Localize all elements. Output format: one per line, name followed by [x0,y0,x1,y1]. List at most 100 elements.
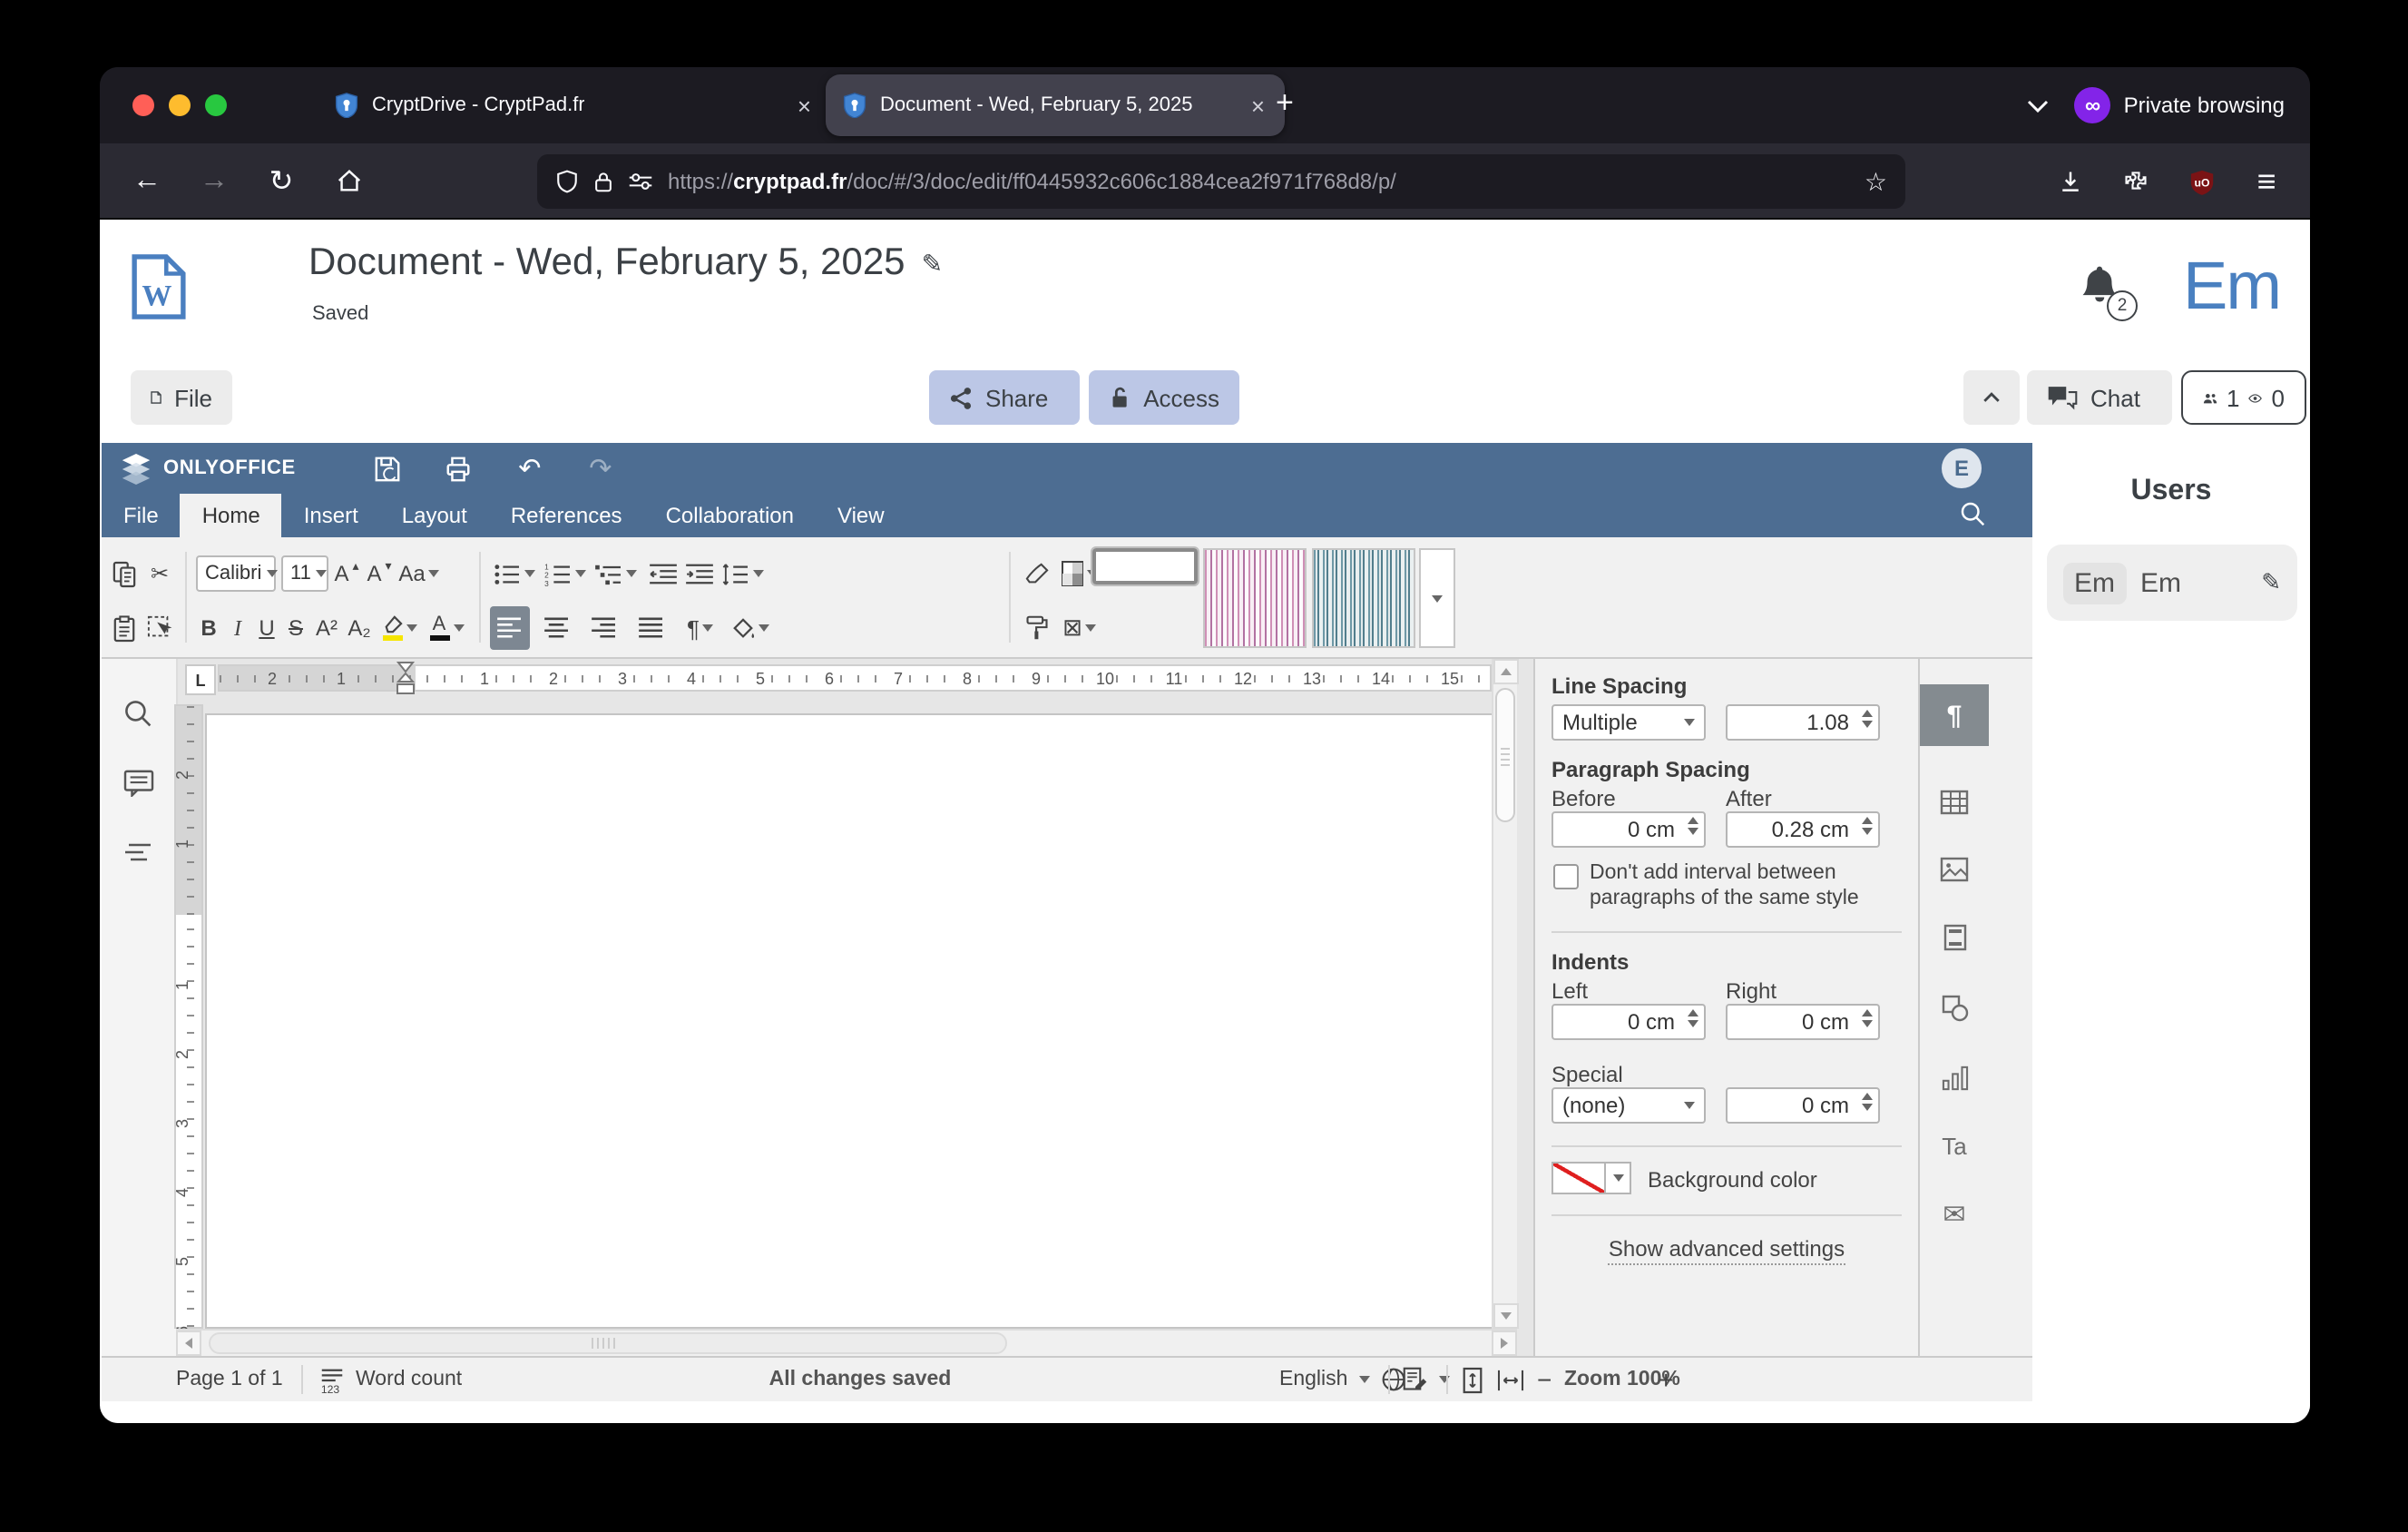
navigation-button[interactable] [120,835,156,871]
bullet-list-button[interactable] [490,552,537,595]
comments-button[interactable] [120,764,156,800]
close-tab-icon[interactable]: × [794,93,815,117]
language-selector[interactable]: English [1279,1358,1405,1401]
copy-style-button[interactable] [1020,606,1052,650]
menu-insert[interactable]: Insert [282,494,380,537]
paragraph-shading-button[interactable] [726,606,773,650]
align-left-button[interactable] [490,606,530,650]
tab-shape-settings[interactable] [1920,977,1989,1038]
edit-name-pencil-icon[interactable]: ✎ [2261,568,2281,597]
style-swatch-no-spacing[interactable] [1203,548,1307,648]
no-interval-checkbox[interactable] [1553,864,1579,889]
tab-stop-selector[interactable]: L [185,664,216,695]
zoom-in-button[interactable]: + [1659,1358,1673,1401]
tracking-shield-icon[interactable] [555,169,579,194]
tab-mail-merge[interactable]: ✉ [1920,1183,1989,1245]
underline-button[interactable]: U [254,606,279,650]
ublock-button[interactable]: uO [2176,156,2227,207]
font-name-select[interactable]: Calibri [196,555,276,592]
browser-tab-document[interactable]: Document - Wed, February 5, 2025 × [826,74,1285,136]
background-color-swatch[interactable] [1551,1162,1606,1194]
print-button[interactable] [436,450,483,486]
document-page[interactable] [205,713,1501,1329]
numbered-list-button[interactable]: 123 [541,552,588,595]
decrease-font-button[interactable]: A▾ [365,552,394,595]
background-color-dropdown[interactable] [1606,1162,1631,1194]
collaborator-avatar[interactable]: E [1942,448,1982,488]
track-changes-button[interactable] [1403,1358,1450,1401]
justify-button[interactable] [631,606,671,650]
advanced-settings-link[interactable]: Show advanced settings [1535,1236,1918,1262]
notifications-button[interactable]: 2 [2078,263,2125,314]
line-spacing-spinner[interactable]: 1.08 [1726,704,1880,741]
highlight-color-button[interactable] [377,606,421,650]
close-tab-icon[interactable]: × [1248,93,1268,117]
permissions-icon[interactable] [628,171,653,192]
editor-search-button[interactable] [1960,501,1985,526]
reload-button[interactable]: ↻ [256,155,307,206]
undo-button[interactable]: ↶ [506,450,553,486]
line-spacing-select[interactable]: Multiple [1551,704,1706,741]
change-case-button[interactable]: Aa [397,552,441,595]
strikethrough-button[interactable]: S [283,606,308,650]
home-button[interactable] [323,155,374,206]
tab-image-settings[interactable] [1920,839,1989,900]
scrollbar-thumb[interactable] [209,1332,1007,1354]
subscript-button[interactable]: A₂ [345,606,374,650]
select-all-button[interactable] [142,606,178,650]
superscript-button[interactable]: A² [312,606,341,650]
document-title[interactable]: Document - Wed, February 5, 2025 [308,241,905,285]
tab-textart-settings[interactable]: Ta [1920,1115,1989,1176]
scroll-down-button[interactable] [1493,1303,1519,1329]
user-list-item[interactable]: Em Em ✎ [2047,545,2297,621]
cut-button[interactable]: ✂ [142,552,178,595]
rename-pencil-icon[interactable]: ✎ [922,248,943,279]
increase-font-button[interactable]: A▴ [332,552,361,595]
downloads-button[interactable] [2045,156,2096,207]
access-button[interactable]: Access [1089,370,1239,425]
font-size-select[interactable]: 11 [281,555,328,592]
align-right-button[interactable] [584,606,624,650]
share-button[interactable]: Share [929,370,1080,425]
fit-page-button[interactable] [1461,1358,1484,1401]
scroll-up-button[interactable] [1493,659,1519,684]
browser-tab-cryptdrive[interactable]: CryptDrive - CryptPad.fr × [318,74,831,136]
find-button[interactable] [120,695,156,732]
app-menu-button[interactable]: ≡ [2241,156,2292,207]
account-menu-button[interactable]: Em [2183,249,2280,325]
minimize-window-button[interactable] [169,94,191,116]
chat-button[interactable]: Chat [2027,370,2172,425]
special-amount-spinner[interactable]: 0 cm [1726,1087,1880,1124]
scrollbar-thumb[interactable] [1495,688,1515,822]
fit-width-button[interactable] [1497,1358,1524,1401]
menu-collaboration[interactable]: Collaboration [644,494,816,537]
clear-style-button[interactable] [1020,552,1052,595]
style-swatch-heading[interactable] [1312,548,1415,648]
redo-button[interactable]: ↷ [577,450,624,486]
style-swatch-normal[interactable] [1092,548,1198,584]
bookmark-star-icon[interactable]: ☆ [1865,166,1887,197]
menu-home[interactable]: Home [181,494,282,537]
tab-list-chevron-icon[interactable] [2028,99,2050,112]
connection-lock-icon[interactable] [593,169,613,194]
line-spacing-button[interactable] [719,552,766,595]
collapse-toolbar-button[interactable] [1963,370,2020,425]
increase-indent-button[interactable] [682,552,715,595]
nonprinting-chars-button[interactable]: ¶ [679,606,722,650]
vertical-scrollbar[interactable] [1492,659,1517,1329]
tab-chart-settings[interactable] [1920,1047,1989,1109]
back-button[interactable]: ← [122,155,172,206]
zoom-out-button[interactable]: − [1537,1358,1551,1401]
menu-layout[interactable]: Layout [380,494,489,537]
file-menu-button[interactable]: File [131,370,232,425]
scroll-left-button[interactable] [176,1331,201,1356]
new-tab-button[interactable]: + [1276,85,1294,122]
zoom-window-button[interactable] [205,94,227,116]
indent-marker[interactable] [396,661,416,697]
close-window-button[interactable] [132,94,154,116]
tab-header-footer-settings[interactable] [1920,906,1989,967]
address-bar[interactable]: https://cryptpad.fr/doc/#/3/doc/edit/ff0… [537,154,1905,209]
url-text[interactable]: https://cryptpad.fr/doc/#/3/doc/edit/ff0… [668,169,1850,194]
spacing-after-spinner[interactable]: 0.28 cm [1726,811,1880,848]
align-center-button[interactable] [537,606,577,650]
